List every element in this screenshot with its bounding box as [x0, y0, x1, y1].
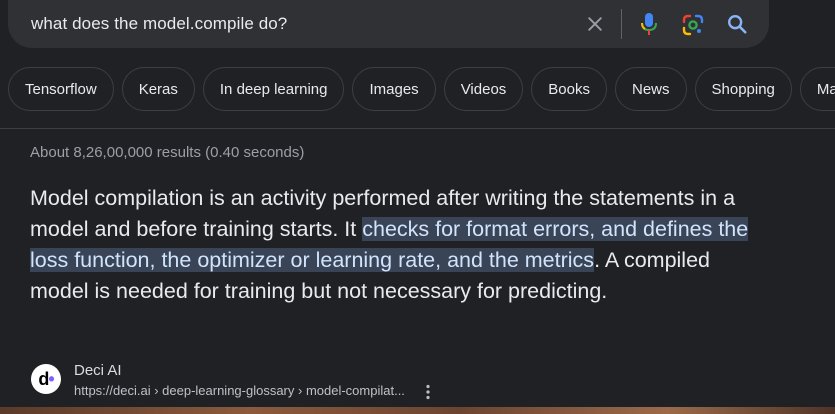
google-lens-icon[interactable] [680, 12, 706, 38]
site-name[interactable]: Deci AI [74, 362, 122, 379]
chip-in-deep-learning[interactable]: In deep learning [202, 67, 345, 111]
snippet-source[interactable]: d • Deci AI https://deci.ai › deep-learni… [30, 362, 450, 402]
site-url[interactable]: https://deci.ai › deep-learning-glossary… [74, 383, 405, 398]
site-favicon: d • [31, 364, 61, 394]
microphone-icon[interactable] [637, 11, 661, 37]
chip-shopping[interactable]: Shopping [694, 67, 792, 111]
chip-maps[interactable]: Maps [799, 67, 835, 111]
search-icon[interactable] [724, 11, 750, 37]
chip-videos[interactable]: Videos [443, 67, 524, 111]
search-bar[interactable]: what does the model.compile do? [8, 0, 769, 48]
chip-tensorflow[interactable]: Tensorflow [8, 67, 114, 111]
more-vert-icon[interactable] [420, 382, 436, 402]
featured-snippet: Model compilation is an activity perform… [30, 183, 770, 307]
favicon-letter: d [38, 368, 49, 389]
chip-books[interactable]: Books [531, 67, 607, 111]
result-stats: About 8,26,00,000 results (0.40 seconds) [30, 144, 305, 161]
chip-news[interactable]: News [614, 67, 687, 111]
chip-images[interactable]: Images [352, 67, 436, 111]
header-divider [0, 128, 835, 129]
filter-chips: Tensorflow Keras In deep learning Images… [8, 67, 835, 111]
favicon-dot-icon: • [48, 368, 54, 389]
search-bar-divider [621, 9, 622, 39]
result-image-preview[interactable] [0, 407, 835, 414]
close-icon[interactable] [583, 12, 607, 36]
chip-keras[interactable]: Keras [121, 67, 195, 111]
search-input[interactable]: what does the model.compile do? [31, 14, 287, 34]
search-results-page: what does the model.compile do? Tensorfl… [0, 0, 835, 414]
